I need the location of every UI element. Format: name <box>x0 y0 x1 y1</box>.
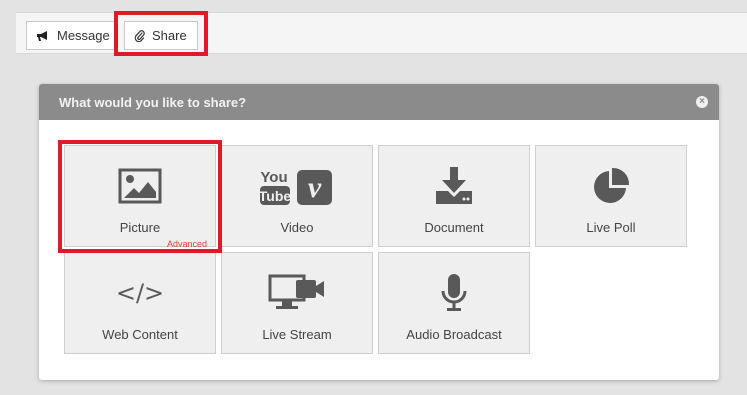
youtube-bottom-text: Tube <box>260 188 291 204</box>
share-option-label: Web Content <box>102 327 178 342</box>
share-option-label: Live Poll <box>586 220 636 235</box>
share-option-label: Audio Broadcast <box>406 327 502 342</box>
share-option-label: Picture <box>119 220 161 235</box>
share-option-label: Live Stream <box>262 327 332 342</box>
share-option-live-stream[interactable]: Live Stream <box>221 252 373 354</box>
dialog-header: What would you like to share? × <box>39 84 719 120</box>
picture-icon <box>65 164 215 208</box>
megaphone-icon <box>36 30 50 42</box>
advanced-badge: Advanced <box>166 239 207 249</box>
code-icon: </> <box>65 271 215 315</box>
youtube-vimeo-icon: You Tube v <box>222 164 372 208</box>
share-option-picture[interactable]: Picture <box>64 145 216 247</box>
microphone-icon <box>379 271 529 315</box>
share-option-live-poll[interactable]: Live Poll <box>535 145 687 247</box>
share-option-label: Video <box>280 220 314 235</box>
dialog-title: What would you like to share? <box>59 94 247 110</box>
share-button[interactable]: Share <box>124 21 198 50</box>
share-button-label: Share <box>152 28 187 43</box>
share-option-audio-broadcast[interactable]: Audio Broadcast <box>378 252 530 354</box>
share-option-document[interactable]: Document <box>378 145 530 247</box>
message-button[interactable]: Message <box>26 21 115 50</box>
share-option-web-content[interactable]: Advanced </> Web Content <box>64 239 216 354</box>
download-icon <box>379 164 529 208</box>
message-button-label: Message <box>57 28 110 43</box>
code-glyph: </> <box>118 279 162 307</box>
pie-chart-icon <box>536 164 686 208</box>
vimeo-glyph: v <box>308 171 322 204</box>
screen-camera-icon <box>222 271 372 315</box>
toolbar: Message Share <box>16 12 747 54</box>
paperclip-icon <box>134 29 145 42</box>
share-dialog: What would you like to share? × Picture … <box>39 84 719 380</box>
close-icon[interactable]: × <box>696 96 708 108</box>
share-option-label: Document <box>424 220 484 235</box>
share-option-video[interactable]: You Tube v Video <box>221 145 373 247</box>
youtube-top-text: You <box>260 169 287 186</box>
